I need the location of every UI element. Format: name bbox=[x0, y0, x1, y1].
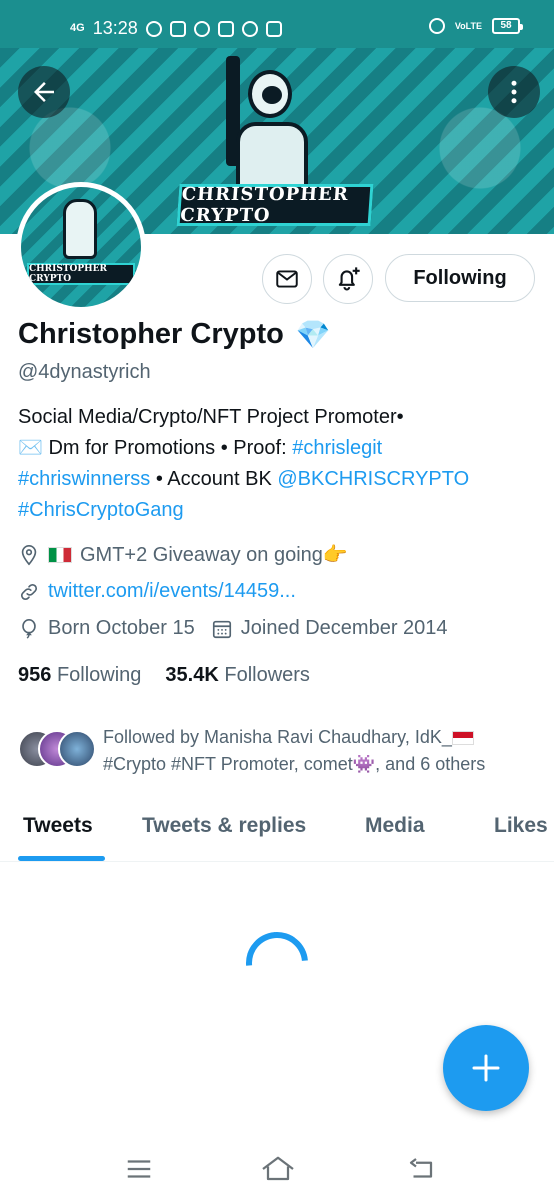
following-count-link[interactable]: 956 Following bbox=[18, 664, 141, 687]
chrome-icon bbox=[241, 20, 258, 37]
following-label: Following bbox=[56, 664, 142, 686]
profile-tabs: Tweets Tweets & replies Media Likes bbox=[0, 800, 554, 862]
bio-line-4: #ChrisCryptoGang bbox=[18, 495, 538, 526]
followed-by-text: Followed by Manisha Ravi Chaudhary, IdK_… bbox=[103, 724, 543, 778]
followers-count-link[interactable]: 35.4K Followers bbox=[165, 664, 310, 687]
status-right: VoLTE 58 bbox=[428, 18, 523, 34]
system-nav-bar bbox=[0, 1140, 554, 1200]
followed-by-others: , and 6 others bbox=[375, 754, 486, 774]
back-nav-icon bbox=[409, 1158, 433, 1178]
active-tab-indicator bbox=[18, 856, 105, 861]
followers-label: Followers bbox=[224, 664, 310, 686]
following-button[interactable]: Following bbox=[385, 254, 535, 302]
mail-icon bbox=[276, 270, 298, 288]
envelope-emoji: ✉️ bbox=[18, 437, 43, 459]
tab-tweets-replies[interactable]: Tweets & replies bbox=[142, 814, 306, 838]
avatar-logo: CHRISTOPHER CRYPTO bbox=[27, 263, 135, 285]
follower-avatars bbox=[18, 730, 98, 770]
volte-indicator: VoLTE bbox=[454, 20, 482, 31]
tab-media[interactable]: Media bbox=[365, 814, 425, 838]
calendar-icon bbox=[211, 618, 233, 640]
birthday-text: Born October 15 bbox=[48, 617, 195, 639]
avatar[interactable]: CHRISTOPHER CRYPTO bbox=[16, 182, 146, 312]
alarm-icon bbox=[428, 18, 445, 34]
banner-robot-visor bbox=[262, 86, 282, 104]
location-icon bbox=[18, 544, 40, 566]
bio-line-2: ✉️ Dm for Promotions • Proof: #chrislegi… bbox=[18, 433, 538, 464]
notifications-button[interactable] bbox=[323, 254, 373, 304]
status-left: 4G 13:28 bbox=[70, 18, 282, 39]
home-button[interactable] bbox=[260, 1154, 296, 1191]
avatar-robot bbox=[63, 199, 97, 259]
app-icon-2 bbox=[265, 20, 282, 37]
location-row: GMT+2 Giveaway on going👉 bbox=[18, 542, 348, 567]
more-options-button[interactable] bbox=[488, 66, 540, 118]
followed-by-names: Followed by Manisha Ravi Chaudhary, IdK_ bbox=[103, 727, 452, 747]
banner-logo: CHRISTOPHER CRYPTO bbox=[176, 184, 374, 226]
avatar-image: CHRISTOPHER CRYPTO bbox=[21, 187, 141, 307]
website-link[interactable]: twitter.com/i/events/14459... bbox=[48, 580, 296, 603]
website-row: twitter.com/i/events/14459... bbox=[18, 580, 296, 603]
alien-invader-emoji: 👾 bbox=[352, 754, 376, 774]
diamond-icon: 💎 bbox=[295, 319, 331, 350]
home-icon bbox=[262, 1156, 294, 1181]
joined-text: Joined December 2014 bbox=[240, 617, 448, 639]
twitter-icon bbox=[193, 20, 210, 37]
link-icon bbox=[18, 581, 40, 603]
bio-line-1: Social Media/Crypto/NFT Project Promoter… bbox=[18, 406, 404, 428]
profile-bio: Social Media/Crypto/NFT Project Promoter… bbox=[18, 402, 538, 526]
compose-tweet-button[interactable] bbox=[443, 1025, 529, 1111]
profile-handle: @4dynastyrich bbox=[18, 361, 151, 383]
banner-robot-head bbox=[248, 70, 292, 118]
mention-link[interactable]: @BKCHRISCRYPTO bbox=[277, 468, 469, 490]
followed-by-line-2: #Crypto #NFT Promoter, comet👾, and 6 oth… bbox=[103, 751, 543, 778]
app-icon bbox=[217, 20, 234, 37]
battery-icon: 58 bbox=[492, 18, 523, 34]
followed-by-names-2: #Crypto #NFT Promoter, comet bbox=[103, 754, 353, 774]
telegram-icon bbox=[145, 20, 162, 37]
arrow-left-icon bbox=[34, 82, 54, 102]
bio-text: Dm for Promotions • Proof: bbox=[42, 437, 293, 459]
loading-spinner-icon bbox=[233, 919, 321, 1007]
menu-icon bbox=[127, 1160, 151, 1178]
back-button[interactable] bbox=[18, 66, 70, 118]
hashtag-link[interactable]: #chriswinnerss bbox=[18, 468, 150, 490]
clock: 13:28 bbox=[92, 18, 138, 38]
tab-likes[interactable]: Likes bbox=[494, 814, 548, 838]
bio-text: • Account BK bbox=[150, 468, 278, 490]
plus-icon bbox=[472, 1054, 500, 1082]
location-text: GMT+2 Giveaway on going👉 bbox=[80, 544, 348, 566]
back-nav-button[interactable] bbox=[406, 1154, 436, 1191]
profile-name-row: Christopher Crypto 💎 bbox=[18, 318, 331, 351]
indonesia-flag-icon bbox=[451, 731, 474, 746]
more-vertical-icon bbox=[511, 80, 517, 104]
followers-count: 35.4K bbox=[165, 664, 219, 686]
bell-plus-icon bbox=[338, 267, 360, 291]
followed-by-line-1: Followed by Manisha Ravi Chaudhary, IdK_ bbox=[103, 724, 543, 751]
balloon-icon bbox=[18, 618, 40, 640]
hashtag-link[interactable]: #ChrisCryptoGang bbox=[18, 499, 184, 521]
network-indicator: 4G bbox=[70, 22, 85, 34]
profile-name: Christopher Crypto bbox=[18, 318, 284, 350]
bio-line-3: #chriswinnerss • Account BK @BKCHRISCRYP… bbox=[18, 464, 538, 495]
message-button[interactable] bbox=[262, 254, 312, 304]
banner-robot-body bbox=[236, 122, 308, 192]
follow-counts: 956 Following 35.4K Followers bbox=[18, 664, 310, 687]
follower-avatar bbox=[58, 730, 96, 768]
recent-apps-button[interactable] bbox=[124, 1154, 154, 1191]
hashtag-link[interactable]: #chrislegit bbox=[292, 437, 382, 459]
following-count: 956 bbox=[18, 664, 52, 686]
dates-row: Born October 15 Joined December 2014 bbox=[18, 617, 448, 640]
tab-tweets[interactable]: Tweets bbox=[23, 814, 93, 838]
italy-flag-icon bbox=[48, 546, 72, 563]
gmail-icon bbox=[169, 20, 186, 37]
